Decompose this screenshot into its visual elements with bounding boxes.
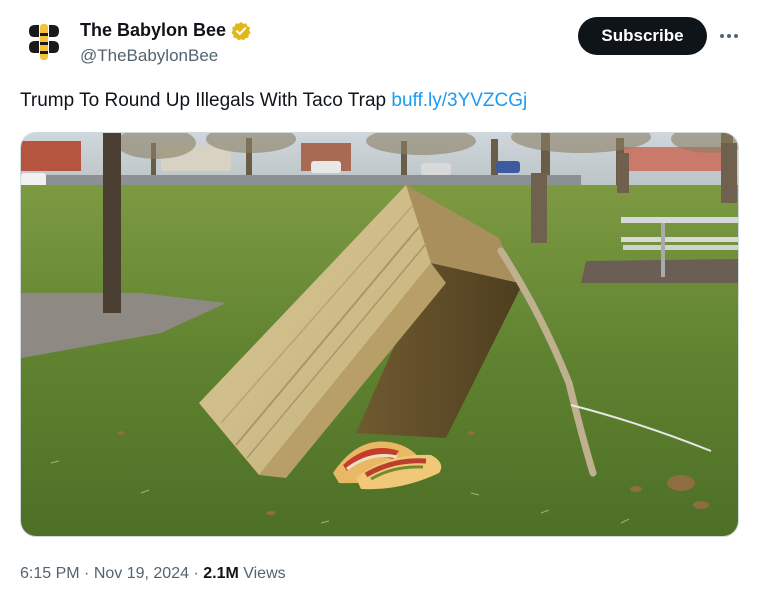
more-button[interactable] <box>715 22 743 50</box>
author-handle[interactable]: @TheBabylonBee <box>80 46 218 66</box>
tweet-link[interactable]: buff.ly/3YVZCGj <box>391 90 527 111</box>
views-count: 2.1M <box>203 565 239 582</box>
bee-logo-icon <box>20 18 68 66</box>
taco-trap-photo <box>21 133 738 536</box>
meta-separator: · <box>189 565 204 582</box>
tweet-date[interactable]: Nov 19, 2024 <box>94 565 189 582</box>
author-name[interactable]: The Babylon Bee <box>80 20 251 41</box>
tweet-image[interactable] <box>20 132 739 537</box>
views-label: Views <box>238 565 286 582</box>
tweet-meta: 6:15 PM · Nov 19, 2024 · 2.1M Views <box>20 565 286 583</box>
author-name-text: The Babylon Bee <box>80 20 227 40</box>
more-horizontal-icon <box>720 34 738 38</box>
tweet-text: Trump To Round Up Illegals With Taco Tra… <box>20 90 527 112</box>
avatar[interactable] <box>20 18 68 66</box>
tweet-body: Trump To Round Up Illegals With Taco Tra… <box>20 90 392 111</box>
verified-badge-icon <box>231 21 251 40</box>
tweet-time[interactable]: 6:15 PM <box>20 565 80 582</box>
meta-separator: · <box>79 565 94 582</box>
subscribe-button[interactable]: Subscribe <box>578 17 707 55</box>
